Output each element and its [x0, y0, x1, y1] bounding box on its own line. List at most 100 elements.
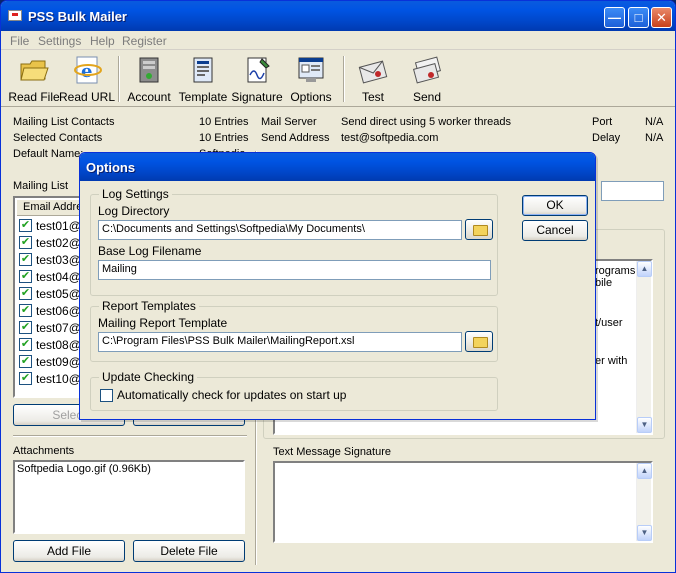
- contacts-label: Mailing List Contacts: [13, 116, 115, 128]
- delay-label: Delay: [592, 132, 621, 144]
- minimize-icon: —: [608, 10, 621, 25]
- send-address-label: Send Address: [261, 132, 330, 144]
- list-item-checkbox[interactable]: ✔: [19, 304, 32, 317]
- scroll-down-icon: ▼: [640, 528, 649, 537]
- options-label: Options: [290, 90, 332, 104]
- read-url-button[interactable]: e Read URL: [59, 55, 115, 105]
- list-item-checkbox[interactable]: ✔: [19, 287, 32, 300]
- mailing-report-label: Mailing Report Template: [98, 316, 228, 330]
- read-file-button[interactable]: Read File: [7, 55, 61, 105]
- scroll-up-icon: ▲: [640, 466, 649, 475]
- list-item-checkbox[interactable]: ✔: [19, 372, 32, 385]
- report-templates-title: Report Templates: [99, 299, 199, 313]
- text-fragment-3: t/user: [595, 317, 623, 329]
- signature-icon: [242, 55, 272, 85]
- divider: [13, 435, 247, 437]
- template-button[interactable]: Template: [176, 55, 230, 105]
- options-icon: [296, 55, 326, 85]
- send-button[interactable]: Send: [400, 55, 454, 105]
- log-directory-label: Log Directory: [98, 204, 170, 218]
- base-log-filename-label: Base Log Filename: [98, 244, 202, 258]
- mailing-report-value: C:\Program Files\PSS Bulk Mailer\Mailing…: [102, 335, 355, 347]
- add-file-button[interactable]: Add File: [13, 540, 125, 562]
- options-button[interactable]: Options: [284, 55, 338, 105]
- read-url-label: Read URL: [58, 90, 116, 104]
- mailing-report-input[interactable]: C:\Program Files\PSS Bulk Mailer\Mailing…: [98, 332, 462, 352]
- delete-file-text: Delete File: [160, 544, 218, 558]
- list-item-checkbox[interactable]: ✔: [19, 219, 32, 232]
- selected-label: Selected Contacts: [13, 132, 103, 144]
- maximize-button[interactable]: □: [628, 7, 649, 28]
- toolbar: Read File e Read URL Account Template Si: [1, 51, 675, 107]
- cancel-button[interactable]: Cancel: [522, 220, 588, 241]
- delete-file-button[interactable]: Delete File: [133, 540, 245, 562]
- delay-value: N/A: [645, 132, 664, 144]
- scroll-down-icon: ▼: [640, 420, 649, 429]
- list-item-checkbox[interactable]: ✔: [19, 321, 32, 334]
- app-icon: [8, 10, 22, 21]
- base-log-filename-value: Mailing: [102, 263, 137, 275]
- message-scrollbar[interactable]: ▲ ▼: [636, 261, 652, 433]
- mail-server-value: Send direct using 5 worker threads: [341, 116, 511, 128]
- right-input-field[interactable]: [601, 181, 664, 201]
- account-server-icon: [134, 55, 164, 85]
- list-item-checkbox[interactable]: ✔: [19, 236, 32, 249]
- base-log-filename-input[interactable]: Mailing: [98, 260, 491, 280]
- scroll-up-arrow[interactable]: ▲: [637, 261, 652, 277]
- test-button[interactable]: Test: [346, 55, 400, 105]
- folder-open-icon: [19, 55, 49, 85]
- text-fragment-2: bile: [595, 277, 613, 289]
- minimize-button[interactable]: —: [604, 7, 625, 28]
- mail-server-label: Mail Server: [261, 116, 317, 128]
- text-fragment-4: er with: [595, 355, 628, 367]
- account-button[interactable]: Account: [122, 55, 176, 105]
- dialog-title-bar[interactable]: Options: [80, 153, 595, 181]
- send-address-value: test@softpedia.com: [341, 132, 439, 144]
- attachment-item[interactable]: Softpedia Logo.gif (0.96Kb): [17, 463, 151, 475]
- mailing-report-browse-button[interactable]: [465, 331, 493, 352]
- ok-button[interactable]: OK: [522, 195, 588, 216]
- mailing-list-label: Mailing List: [13, 180, 69, 192]
- selected-value: 10 Entries: [199, 132, 249, 144]
- list-item-checkbox[interactable]: ✔: [19, 338, 32, 351]
- log-directory-input[interactable]: C:\Documents and Settings\Softpedia\My D…: [98, 220, 462, 240]
- close-icon: ✕: [656, 10, 667, 25]
- send-mail-icon: [412, 55, 442, 85]
- template-icon: [188, 55, 218, 85]
- contacts-value: 10 Entries: [199, 116, 249, 128]
- maximize-icon: □: [634, 10, 643, 25]
- attachments-label: Attachments: [13, 445, 75, 457]
- menu-file[interactable]: File: [10, 34, 29, 48]
- scroll-down-arrow[interactable]: ▼: [637, 417, 652, 433]
- menu-bar: File Settings Help Register: [1, 31, 675, 50]
- signature-button[interactable]: Signature: [230, 55, 284, 105]
- options-dialog: Options Log Settings Log Directory C:\Do…: [79, 152, 596, 420]
- close-button[interactable]: ✕: [651, 7, 672, 28]
- text-fragment-1: rograms: [595, 265, 636, 277]
- ok-button-text: OK: [546, 198, 564, 212]
- dialog-title: Options: [86, 160, 136, 175]
- menu-help[interactable]: Help: [90, 34, 115, 48]
- test-mail-icon: [358, 55, 388, 85]
- auto-update-checkbox[interactable]: [100, 389, 113, 402]
- menu-settings[interactable]: Settings: [38, 34, 81, 48]
- menu-register[interactable]: Register: [122, 34, 167, 48]
- title-bar[interactable]: PSS Bulk Mailer — □ ✕: [1, 1, 675, 31]
- send-label: Send: [412, 90, 442, 104]
- port-label: Port: [592, 116, 613, 128]
- signature-scrollbar[interactable]: ▲ ▼: [636, 463, 652, 541]
- log-directory-value: C:\Documents and Settings\Softpedia\My D…: [102, 223, 365, 235]
- signature-box[interactable]: ▲ ▼: [273, 461, 653, 543]
- internet-explorer-icon: e: [72, 55, 102, 85]
- list-item-checkbox[interactable]: ✔: [19, 270, 32, 283]
- window-title: PSS Bulk Mailer: [28, 9, 127, 24]
- signature-label: Text Message Signature: [273, 446, 392, 458]
- sig-scroll-down-arrow[interactable]: ▼: [637, 525, 652, 541]
- list-item-checkbox[interactable]: ✔: [19, 355, 32, 368]
- sig-scroll-up-arrow[interactable]: ▲: [637, 463, 652, 479]
- update-checking-title: Update Checking: [99, 370, 198, 384]
- list-item-checkbox[interactable]: ✔: [19, 253, 32, 266]
- attachments-list[interactable]: Softpedia Logo.gif (0.96Kb): [13, 460, 245, 534]
- log-settings-title: Log Settings: [99, 187, 172, 201]
- log-directory-browse-button[interactable]: [465, 219, 493, 240]
